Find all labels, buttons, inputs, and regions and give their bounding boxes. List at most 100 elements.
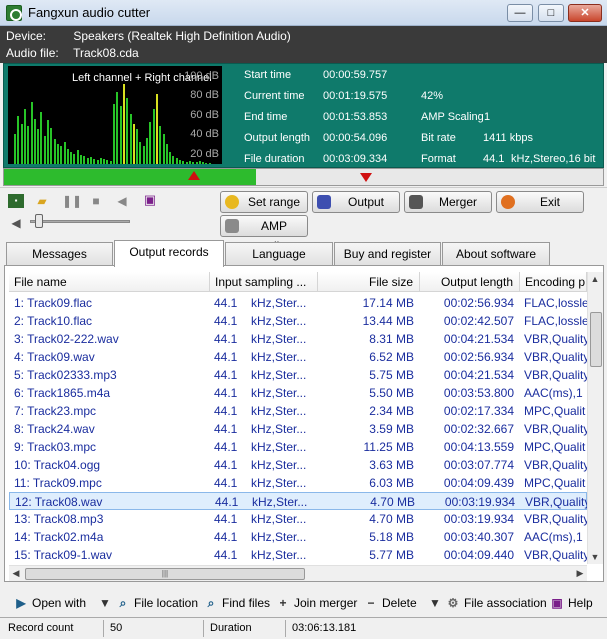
cell-sampling-rate: 44.1 <box>214 386 238 400</box>
close-button[interactable]: ✕ <box>568 4 602 22</box>
minimize-button[interactable]: — <box>507 4 533 22</box>
column-file-size[interactable]: File size <box>318 272 420 291</box>
device-icon[interactable]: ▪ <box>8 194 24 208</box>
cell-sampling-detail: kHz,Ster... <box>251 332 307 346</box>
vertical-scrollbar[interactable]: ▲ ▼ <box>587 272 603 564</box>
spectrum-bar <box>149 122 152 164</box>
file-location-button[interactable]: ⌕ File location <box>116 593 198 613</box>
speaker-icon[interactable]: ◀ <box>114 194 130 208</box>
cell-sampling-rate: 44.1 <box>214 422 238 436</box>
table-row[interactable]: 4: Track09.wav 44.1 kHz,Ster... 6.52 MB 00:0… <box>9 348 587 366</box>
cell-output-length: 00:02:56.934 <box>443 296 514 310</box>
delete-button[interactable]: − Delete <box>364 593 416 613</box>
cell-sampling-rate: 44.1 <box>214 476 238 490</box>
find-files-button[interactable]: ⌕ Find files <box>204 593 270 613</box>
volume-slider[interactable] <box>35 214 43 228</box>
scroll-left-icon[interactable]: ◀ <box>10 566 22 580</box>
cell-encoding: FLAC,lossle <box>524 296 587 310</box>
horizontal-scroll-thumb[interactable]: ||| <box>25 568 305 580</box>
maximize-button[interactable]: □ <box>538 4 564 22</box>
cell-output-length: 00:04:13.559 <box>443 440 514 454</box>
column-encoding[interactable]: Encoding p <box>520 272 587 291</box>
merger-icon <box>409 195 423 209</box>
spectrum-bar <box>40 112 43 164</box>
cell-sampling-rate: 44.1 <box>214 314 238 328</box>
table-row[interactable]: 11: Track09.mpc 44.1 kHz,Ster... 6.03 MB 00:… <box>9 474 587 492</box>
delete-dropdown[interactable]: ▼ <box>428 593 446 613</box>
end-marker-icon[interactable] <box>360 173 372 182</box>
spectrum-bar <box>76 150 79 164</box>
merger-button[interactable]: Merger <box>404 191 492 213</box>
save-icon <box>317 195 331 209</box>
spectrum-bar <box>132 124 135 164</box>
output-button[interactable]: Output <box>312 191 400 213</box>
open-with-button[interactable]: ▶ Open with <box>14 593 86 613</box>
table-row[interactable]: 5: Track02333.mp3 44.1 kHz,Ster... 5.75 MB 0… <box>9 366 587 384</box>
tab-language[interactable]: Language <box>225 242 333 266</box>
cell-sampling-detail: kHz,Ster... <box>251 404 307 418</box>
cell-sampling-detail: kHz,Ster... <box>251 458 307 472</box>
playback-progress[interactable] <box>3 168 604 186</box>
volume-track[interactable] <box>30 220 130 223</box>
cell-sampling-detail: kHz,Ster... <box>251 422 307 436</box>
set-range-button[interactable]: Set range <box>220 191 308 213</box>
table-row[interactable]: 2: Track10.flac 44.1 kHz,Ster... 13.44 MB 00… <box>9 312 587 330</box>
horizontal-scrollbar[interactable]: ◀ ||| ▶ <box>9 565 587 581</box>
spectrum-bar <box>63 142 66 164</box>
cell-encoding: MPC,Qualit <box>524 404 586 418</box>
exit-button[interactable]: Exit <box>496 191 584 213</box>
title-bar: Fangxun audio cutter — □ ✕ <box>0 0 607 26</box>
table-row[interactable]: 10: Track04.ogg 44.1 kHz,Ster... 3.63 MB 00:… <box>9 456 587 474</box>
spectrum-bar <box>43 136 46 164</box>
spectrum-bar <box>195 162 198 164</box>
spectrum-bar <box>175 158 178 164</box>
amp-scaling-button[interactable]: AMP scaling <box>220 215 308 253</box>
tab-about-software[interactable]: About software <box>442 242 550 266</box>
table-row[interactable]: 13: Track08.mp3 44.1 kHz,Ster... 4.70 MB 00:… <box>9 510 587 528</box>
tab-output-records[interactable]: Output records <box>114 240 224 267</box>
tab-messages[interactable]: Messages <box>6 242 113 266</box>
table-row[interactable]: 12: Track08.wav 44.1 kHz,Ster... 4.70 MB 00:… <box>9 492 587 510</box>
cell-file-name: 9: Track03.mpc <box>14 440 97 454</box>
scroll-up-icon[interactable]: ▲ <box>589 272 601 286</box>
cell-sampling-detail: kHz,Ster... <box>251 548 307 562</box>
book-icon[interactable]: ▣ <box>142 193 158 207</box>
open-with-dropdown[interactable]: ▼ <box>98 593 116 613</box>
vertical-scroll-thumb[interactable] <box>590 312 602 367</box>
column-output-length[interactable]: Output length <box>420 272 520 291</box>
spectrum-bar <box>23 109 26 164</box>
pause-icon[interactable]: ❚❚ <box>62 194 82 208</box>
scroll-down-icon[interactable]: ▼ <box>589 550 601 564</box>
table-row[interactable]: 1: Track09.flac 44.1 kHz,Ster... 17.14 MB 00… <box>9 294 587 312</box>
tab-buy-and-register[interactable]: Buy and register <box>334 242 441 266</box>
action-bar: ▶ Open with ▼ ⌕ File location ⌕ Find files … <box>0 588 607 616</box>
column-file-name[interactable]: File name <box>9 272 210 291</box>
format-rate: 44.1 <box>483 153 505 165</box>
table-row[interactable]: 8: Track24.wav 44.1 kHz,Ster... 3.59 MB 00:0… <box>9 420 587 438</box>
scroll-right-icon[interactable]: ▶ <box>574 566 586 580</box>
duration-label: Duration <box>206 620 286 637</box>
table-row[interactable]: 14: Track02.m4a 44.1 kHz,Ster... 5.18 MB 00:… <box>9 528 587 546</box>
start-marker-icon[interactable] <box>188 171 200 180</box>
join-merger-button[interactable]: + Join merger <box>276 593 357 613</box>
cell-file-name: 4: Track09.wav <box>14 350 95 364</box>
cell-sampling-rate: 44.1 <box>214 350 238 364</box>
open-folder-icon[interactable]: ▰ <box>34 194 50 208</box>
spectrum-bar <box>56 144 59 164</box>
help-button[interactable]: ▣ Help <box>550 593 592 613</box>
table-row[interactable]: 3: Track02-222.wav 44.1 kHz,Ster... 8.31 MB… <box>9 330 587 348</box>
file-duration-label: File duration <box>244 153 305 165</box>
output-records-panel: File name Input sampling ... File size O… <box>4 265 604 582</box>
table-row[interactable]: 7: Track23.mpc 44.1 kHz,Ster... 2.34 MB 00:0… <box>9 402 587 420</box>
file-association-button[interactable]: ⚙ File association <box>446 593 547 613</box>
status-bar: Record count 50 Duration 03:06:13.181 <box>0 617 607 639</box>
table-row[interactable]: 6: Track1865.m4a 44.1 kHz,Ster... 5.50 MB 00… <box>9 384 587 402</box>
cell-encoding: FLAC,lossle <box>524 314 587 328</box>
app-icon <box>6 5 22 21</box>
column-input-sampling[interactable]: Input sampling ... <box>210 272 318 291</box>
stop-icon[interactable]: ■ <box>88 194 104 208</box>
cell-sampling-detail: kHz,Ster... <box>252 495 308 509</box>
table-row[interactable]: 9: Track03.mpc 44.1 kHz,Ster... 11.25 MB 00:… <box>9 438 587 456</box>
spectrum-bar <box>205 163 208 164</box>
table-row[interactable]: 15: Track09-1.wav 44.1 kHz,Ster... 5.77 MB 0… <box>9 546 587 564</box>
